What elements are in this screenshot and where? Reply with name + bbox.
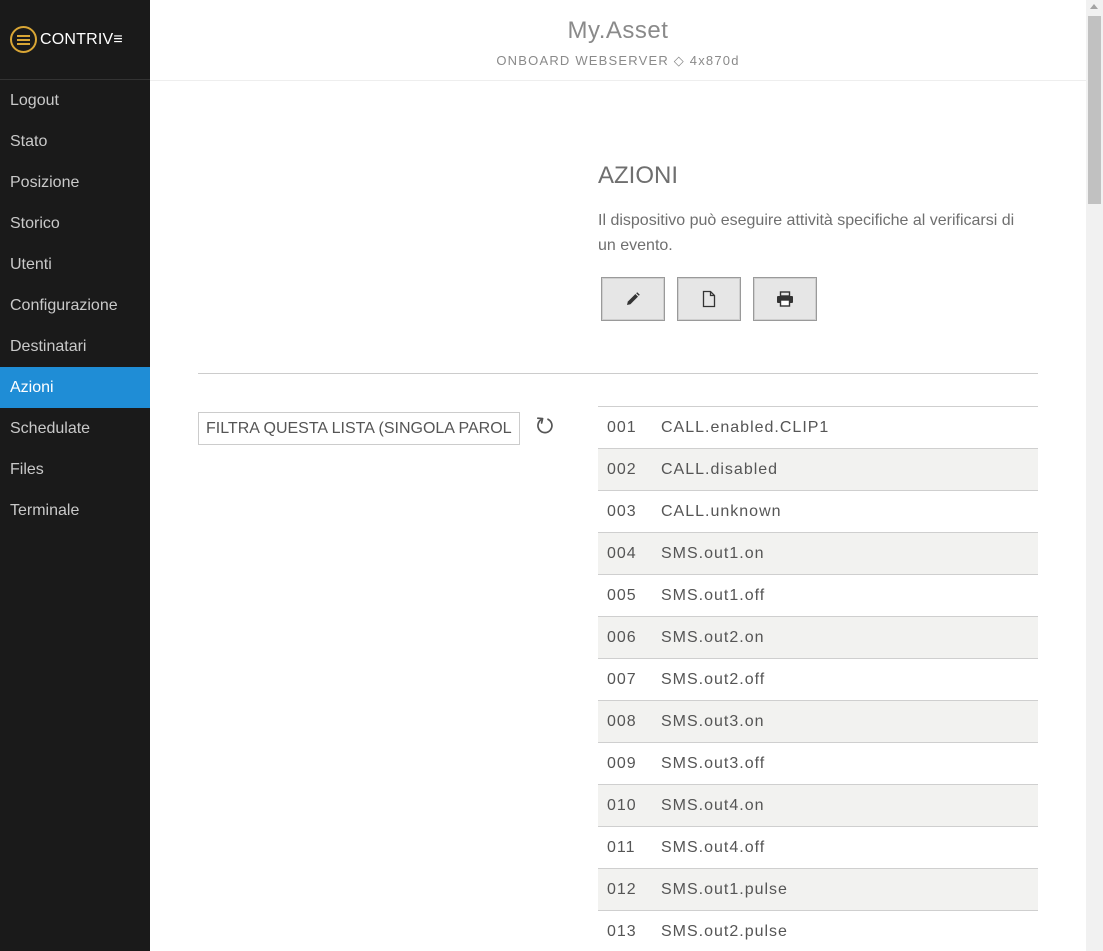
scrollbar-thumb[interactable] <box>1088 16 1101 204</box>
action-name: SMS.out1.on <box>661 544 765 562</box>
sidebar-nav: Logout Stato Posizione Storico Utenti Co… <box>0 80 150 531</box>
action-name: SMS.out2.off <box>661 670 766 688</box>
action-name: SMS.out1.off <box>661 586 766 604</box>
action-name: SMS.out2.on <box>661 628 765 646</box>
table-row[interactable]: 006 SMS.out2.on <box>598 616 1038 659</box>
logo-icon <box>10 26 37 53</box>
edit-button[interactable] <box>601 277 665 321</box>
section-divider <box>198 373 1038 374</box>
sidebar: CONTRIV≡ Logout Stato Posizione Storico … <box>0 0 150 951</box>
table-row[interactable]: 001 CALL.enabled.CLIP1 <box>598 406 1038 449</box>
page-subtitle: ONBOARD WEBSERVER ◇ 4x870d <box>496 53 740 68</box>
filter-input[interactable] <box>198 412 520 445</box>
actions-table: 001 CALL.enabled.CLIP1 002 CALL.disabled 0… <box>598 406 1038 951</box>
action-number: 010 <box>607 796 637 814</box>
section-description: Il dispositivo può eseguire attività spe… <box>598 212 1015 254</box>
undo-icon <box>536 417 553 434</box>
sidebar-item-storico[interactable]: Storico <box>0 203 150 244</box>
table-row[interactable]: 007 SMS.out2.off <box>598 658 1038 701</box>
sidebar-item-configurazione[interactable]: Configurazione <box>0 285 150 326</box>
action-name: SMS.out4.on <box>661 796 765 814</box>
table-row[interactable]: 002 CALL.disabled <box>598 448 1038 491</box>
action-name: CALL.unknown <box>661 502 782 520</box>
page-title: My.Asset <box>567 17 669 44</box>
action-name: SMS.out1.pulse <box>661 880 788 898</box>
table-row[interactable]: 003 CALL.unknown <box>598 490 1038 533</box>
sidebar-item-stato[interactable]: Stato <box>0 121 150 162</box>
table-row[interactable]: 013 SMS.out2.pulse <box>598 910 1038 951</box>
action-name: CALL.disabled <box>661 460 779 478</box>
action-name: SMS.out3.on <box>661 712 765 730</box>
app: CONTRIV≡ Logout Stato Posizione Storico … <box>0 0 1103 951</box>
sidebar-item-terminale[interactable]: Terminale <box>0 490 150 531</box>
action-number: 009 <box>607 754 637 772</box>
scrollbar[interactable] <box>1086 0 1103 951</box>
action-name: SMS.out3.off <box>661 754 766 772</box>
logo-text: CONTRIV≡ <box>40 30 123 48</box>
brand-logo[interactable]: CONTRIV≡ <box>0 0 150 80</box>
table-row[interactable]: 010 SMS.out4.on <box>598 784 1038 827</box>
scroll-up-arrow-icon[interactable] <box>1090 4 1098 9</box>
action-number: 012 <box>607 880 637 898</box>
sidebar-item-utenti[interactable]: Utenti <box>0 244 150 285</box>
action-name: CALL.enabled.CLIP1 <box>661 418 830 436</box>
print-icon <box>777 291 793 307</box>
action-number: 013 <box>607 922 637 940</box>
action-number: 007 <box>607 670 637 688</box>
reset-filter-button[interactable] <box>533 413 557 437</box>
action-number: 008 <box>607 712 637 730</box>
action-number: 002 <box>607 460 637 478</box>
table-row[interactable]: 011 SMS.out4.off <box>598 826 1038 869</box>
table-row[interactable]: 009 SMS.out3.off <box>598 742 1038 785</box>
table-row[interactable]: 012 SMS.out1.pulse <box>598 868 1038 911</box>
new-file-button[interactable] <box>677 277 741 321</box>
page-header: My.Asset ONBOARD WEBSERVER ◇ 4x870d <box>150 0 1086 81</box>
action-number: 011 <box>607 838 636 856</box>
action-name: SMS.out4.off <box>661 838 766 856</box>
print-button[interactable] <box>753 277 817 321</box>
section-title: AZIONI <box>598 162 679 189</box>
action-number: 006 <box>607 628 637 646</box>
sidebar-item-posizione[interactable]: Posizione <box>0 162 150 203</box>
action-number: 005 <box>607 586 637 604</box>
sidebar-item-azioni[interactable]: Azioni <box>0 367 150 408</box>
action-number: 003 <box>607 502 637 520</box>
file-icon <box>702 290 716 308</box>
action-number: 001 <box>607 418 637 436</box>
sidebar-item-files[interactable]: Files <box>0 449 150 490</box>
sidebar-item-logout[interactable]: Logout <box>0 80 150 121</box>
sidebar-item-schedulate[interactable]: Schedulate <box>0 408 150 449</box>
table-row[interactable]: 004 SMS.out1.on <box>598 532 1038 575</box>
sidebar-item-destinatari[interactable]: Destinatari <box>0 326 150 367</box>
action-number: 004 <box>607 544 637 562</box>
table-row[interactable]: 005 SMS.out1.off <box>598 574 1038 617</box>
pencil-icon <box>627 292 640 305</box>
action-name: SMS.out2.pulse <box>661 922 788 940</box>
table-row[interactable]: 008 SMS.out3.on <box>598 700 1038 743</box>
